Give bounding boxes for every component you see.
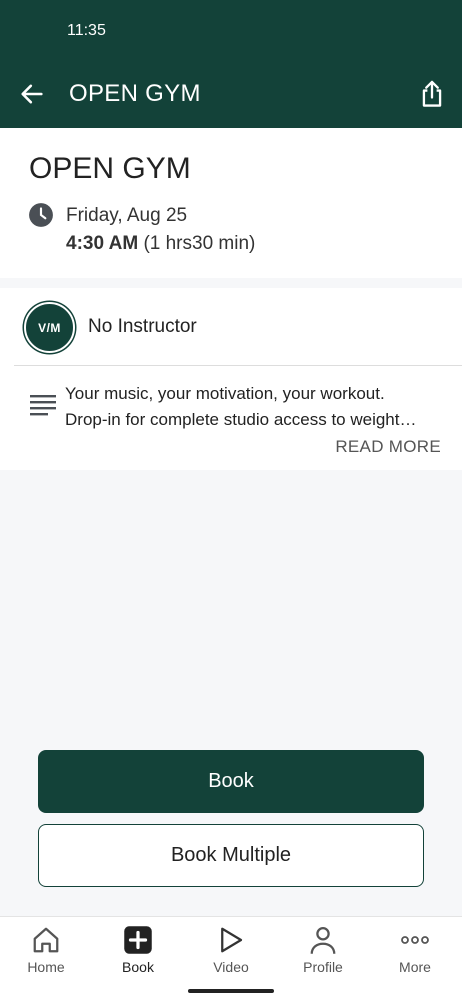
app-bar-title: OPEN GYM: [69, 80, 201, 107]
class-time: 4:30 AM (1 hrs30 min): [66, 233, 255, 255]
description-lines-icon: [30, 395, 56, 416]
class-start-time: 4:30 AM: [66, 233, 139, 254]
book-multiple-button[interactable]: Book Multiple: [38, 824, 424, 887]
home-icon: [33, 927, 59, 953]
clock-icon: [29, 203, 53, 227]
home-indicator: [188, 989, 274, 993]
nav-book-label: Book: [122, 959, 154, 975]
share-icon[interactable]: [418, 79, 446, 109]
description-line-1: Your music, your motivation, your workou…: [65, 384, 385, 403]
class-date: Friday, Aug 25: [66, 205, 188, 226]
play-icon: [221, 927, 243, 953]
nav-profile-label: Profile: [303, 959, 343, 975]
class-duration: (1 hrs30 min): [143, 233, 256, 254]
description-line-2: Drop-in for complete studio access to we…: [65, 410, 417, 429]
avatar-logo-text: V/M: [38, 320, 61, 335]
book-button[interactable]: Book: [38, 750, 424, 813]
read-more-link[interactable]: READ MORE: [335, 437, 441, 457]
status-bar: 11:35: [0, 0, 462, 60]
nav-more[interactable]: More: [369, 925, 461, 975]
nav-video-label: Video: [213, 959, 249, 975]
nav-home[interactable]: Home: [0, 925, 92, 975]
instructor-avatar[interactable]: V/M: [24, 302, 75, 353]
instructor-name: No Instructor: [88, 316, 197, 337]
back-arrow-icon[interactable]: [18, 80, 46, 108]
nav-more-label: More: [399, 959, 431, 975]
nav-home-label: Home: [27, 959, 65, 975]
class-header-card: OPEN GYM Friday, Aug 25 4:30 AM (1 hrs30…: [0, 128, 462, 278]
person-icon: [310, 927, 336, 954]
status-time: 11:35: [67, 22, 106, 39]
nav-book[interactable]: Book: [92, 925, 184, 975]
class-description: Your music, your motivation, your workou…: [65, 381, 450, 433]
class-title: OPEN GYM: [29, 152, 191, 185]
divider: [14, 365, 462, 366]
more-dots-icon: [401, 936, 429, 944]
app-bar: OPEN GYM: [0, 60, 462, 128]
nav-video[interactable]: Video: [185, 925, 277, 975]
book-plus-icon: [124, 926, 152, 954]
bottom-nav: Home Book Video Profile More: [0, 916, 462, 1000]
class-detail-card: V/M No Instructor Your music, your motiv…: [0, 288, 462, 470]
nav-profile[interactable]: Profile: [277, 925, 369, 975]
